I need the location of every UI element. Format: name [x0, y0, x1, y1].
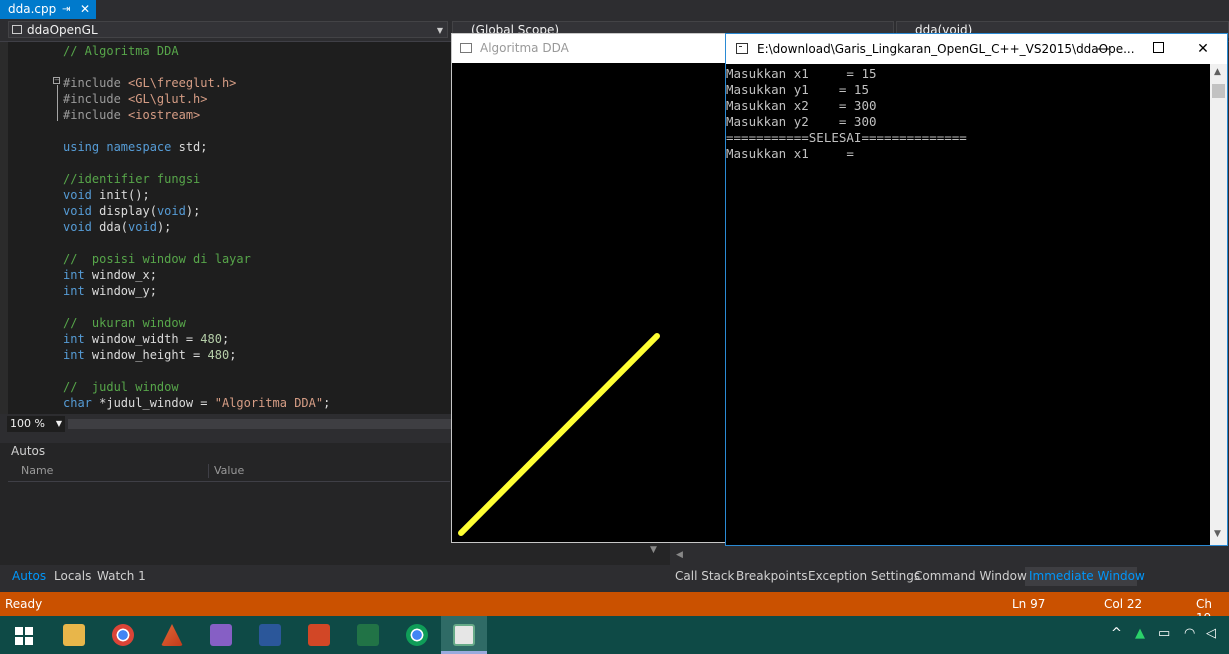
- project-dropdown[interactable]: ddaOpenGL ▼: [8, 21, 448, 38]
- tab-breakpoints[interactable]: Breakpoints: [736, 569, 807, 583]
- console-line: Masukkan x2 = 300: [726, 98, 877, 113]
- battery-icon[interactable]: ▭: [1158, 626, 1170, 641]
- code-line: using namespace std;: [63, 140, 208, 154]
- console-line: ===========SELESAI==============: [726, 130, 967, 145]
- window-icon: [460, 43, 472, 53]
- code-line: // Algoritma DDA: [63, 44, 179, 58]
- console-line: Masukkan x1 =: [726, 146, 854, 161]
- code-line: //identifier fungsi: [63, 172, 201, 186]
- autos-header: Name Value: [8, 462, 450, 482]
- status-line: Ln 97: [1012, 597, 1046, 611]
- console-line: Masukkan y2 = 300: [726, 114, 877, 129]
- status-column: Col 22: [1104, 597, 1143, 611]
- code-line: #include <GL\freeglut.h>: [63, 76, 237, 90]
- wifi-icon[interactable]: ◠: [1184, 626, 1195, 641]
- code-line: void dda(void);: [63, 220, 172, 234]
- opengl-window-title: Algoritma DDA: [480, 41, 569, 55]
- tab-call-stack[interactable]: Call Stack: [675, 569, 734, 583]
- editor-margin: [0, 42, 8, 414]
- code-line: int window_x;: [63, 268, 157, 282]
- collapse-icon[interactable]: −: [53, 77, 60, 84]
- scroll-down-icon[interactable]: ▼: [650, 545, 657, 555]
- console-scrollbar[interactable]: ▲ ▼: [1210, 64, 1227, 545]
- minimize-button[interactable]: —: [1084, 39, 1124, 59]
- code-line: // posisi window di layar: [63, 252, 251, 266]
- file-explorer-icon[interactable]: [63, 624, 85, 646]
- scroll-up-icon[interactable]: ▲: [1214, 67, 1221, 77]
- status-ready: Ready: [5, 597, 43, 611]
- code-line: void display(void);: [63, 204, 201, 218]
- volume-icon[interactable]: ◁: [1206, 626, 1216, 641]
- code-line: // ukuran window: [63, 316, 186, 330]
- console-line: Masukkan y1 = 15: [726, 82, 869, 97]
- column-name[interactable]: Name: [21, 464, 53, 477]
- column-value[interactable]: Value: [214, 464, 244, 477]
- chevron-down-icon: ▼: [436, 26, 443, 35]
- dda-line: [458, 333, 660, 536]
- horizontal-scrollbar[interactable]: [68, 419, 451, 429]
- tab-immediate-window[interactable]: Immediate Window: [1029, 569, 1145, 583]
- taskbar: ^ ▲ ▭ ◠ ◁: [0, 616, 1229, 654]
- word-icon[interactable]: [259, 624, 281, 646]
- panel-scrollbar[interactable]: ◀: [671, 545, 1229, 565]
- code-line: int window_height = 480;: [63, 348, 237, 362]
- zoom-bar: 100 % ▼: [0, 415, 451, 433]
- maximize-icon: [1152, 42, 1164, 53]
- console-icon[interactable]: [453, 624, 475, 646]
- scroll-thumb[interactable]: [1212, 84, 1225, 98]
- column-separator[interactable]: [208, 464, 209, 478]
- zoom-dropdown[interactable]: 100 % ▼: [7, 416, 65, 432]
- chrome-icon[interactable]: [112, 624, 134, 646]
- chrome-icon[interactable]: [406, 624, 428, 646]
- code-line: #include <GL\glut.h>: [63, 92, 208, 106]
- code-line: #include <iostream>: [63, 108, 201, 122]
- console-window-title: E:\download\Garis_Lingkaran_OpenGL_C++_V…: [757, 42, 1135, 56]
- console-line: Masukkan x1 = 15: [726, 66, 877, 81]
- excel-icon[interactable]: [357, 624, 379, 646]
- code-editor[interactable]: − // Algoritma DDA #include <GL\freeglut.…: [0, 42, 451, 414]
- pin-icon[interactable]: ⇥: [62, 0, 70, 19]
- code-line: char *judul_window = "Algoritma DDA";: [63, 396, 331, 410]
- tab-dda-cpp[interactable]: dda.cpp ⇥ ✕: [0, 0, 96, 19]
- maximize-button[interactable]: [1138, 39, 1178, 59]
- opengl-title-bar[interactable]: Algoritma DDA: [452, 34, 726, 63]
- status-bar: Ready Ln 97 Col 22 Ch 19: [0, 592, 1229, 625]
- console-output[interactable]: Masukkan x1 = 15 Masukkan y1 = 15 Masukkan…: [726, 64, 1210, 545]
- tab-exception-settings[interactable]: Exception Settings: [808, 569, 920, 583]
- opengl-canvas: [458, 333, 660, 536]
- code-line: // judul window: [63, 380, 179, 394]
- debug-tabs-left: Autos Locals Watch 1: [0, 565, 670, 587]
- document-tab-strip: dda.cpp ⇥ ✕: [0, 0, 1229, 19]
- visual-studio-icon[interactable]: [210, 624, 232, 646]
- scroll-down-icon[interactable]: ▼: [1214, 529, 1221, 539]
- matlab-icon[interactable]: [161, 624, 183, 646]
- autos-title: Autos: [11, 444, 46, 458]
- tab-locals[interactable]: Locals: [54, 569, 91, 583]
- tab-label: dda.cpp: [8, 2, 57, 16]
- start-icon[interactable]: [15, 627, 33, 645]
- code-line: int window_y;: [63, 284, 157, 298]
- tab-watch-1[interactable]: Watch 1: [97, 569, 146, 583]
- chevron-down-icon: ▼: [55, 419, 62, 428]
- outline-line: [57, 85, 58, 121]
- project-label: ddaOpenGL: [27, 23, 98, 37]
- close-tab-icon[interactable]: ✕: [80, 0, 90, 19]
- scroll-left-icon[interactable]: ◀: [676, 550, 683, 560]
- project-icon: [12, 25, 22, 34]
- debug-tabs-right: Call Stack Breakpoints Exception Setting…: [670, 565, 1229, 587]
- tab-command-window[interactable]: Command Window: [914, 569, 1027, 583]
- zoom-label: 100 %: [10, 417, 45, 430]
- chevron-up-icon[interactable]: ^: [1111, 626, 1122, 641]
- close-button[interactable]: ✕: [1183, 39, 1223, 59]
- console-window[interactable]: E:\download\Garis_Lingkaran_OpenGL_C++_V…: [725, 33, 1228, 546]
- console-icon: [736, 43, 748, 54]
- app-tray-icon[interactable]: ▲: [1135, 626, 1145, 641]
- console-title-bar[interactable]: E:\download\Garis_Lingkaran_OpenGL_C++_V…: [726, 34, 1227, 64]
- tab-autos[interactable]: Autos: [12, 569, 46, 583]
- code-line: void init();: [63, 188, 150, 202]
- powerpoint-icon[interactable]: [308, 624, 330, 646]
- code-line: int window_width = 480;: [63, 332, 230, 346]
- opengl-window[interactable]: Algoritma DDA: [451, 33, 727, 543]
